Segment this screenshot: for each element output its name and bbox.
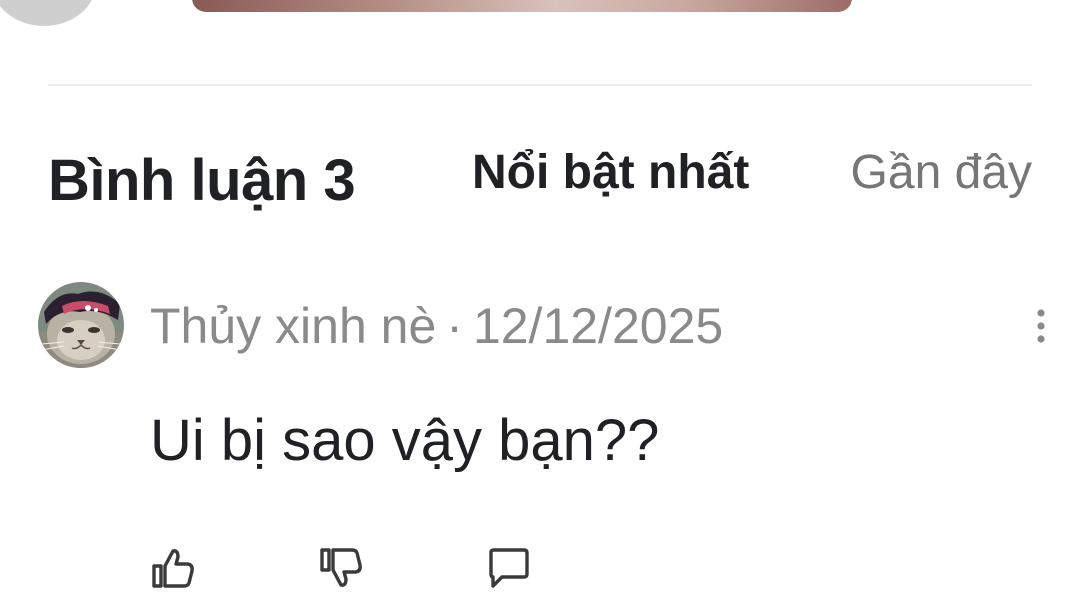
more-vertical-icon (1037, 309, 1045, 343)
previous-media-thumbnail[interactable] (192, 0, 852, 12)
section-divider (48, 84, 1032, 86)
comment-item: Thủy xinh nè · 12/12/2025 Ui bị sao vậy bạ… (38, 282, 1058, 602)
thumbs-down-icon (320, 548, 362, 587)
meta-separator: · (446, 298, 463, 354)
comment-author[interactable]: Thủy xinh nè (150, 298, 436, 354)
comment-text: Ui bị sao vậy bạn?? (150, 408, 660, 473)
comments-header: Bình luận 3 Nổi bật nhất Gần đây (48, 140, 1032, 220)
comments-title: Bình luận 3 (48, 148, 356, 213)
previous-avatar (0, 0, 96, 26)
thumbs-up-icon (152, 549, 194, 588)
sort-recent-tab[interactable]: Gần đây (851, 140, 1032, 206)
dislike-button[interactable] (318, 546, 364, 590)
comment-meta: Thủy xinh nè · 12/12/2025 (150, 294, 723, 358)
comment-icon (489, 548, 529, 588)
comment-date: 12/12/2025 (472, 298, 724, 354)
cat-avatar-image (38, 282, 124, 368)
avatar[interactable] (38, 282, 124, 368)
sort-top-tab[interactable]: Nổi bật nhất (472, 140, 749, 206)
like-button[interactable] (150, 546, 196, 590)
more-options-button[interactable] (1026, 306, 1056, 346)
reply-button[interactable] (486, 546, 532, 590)
